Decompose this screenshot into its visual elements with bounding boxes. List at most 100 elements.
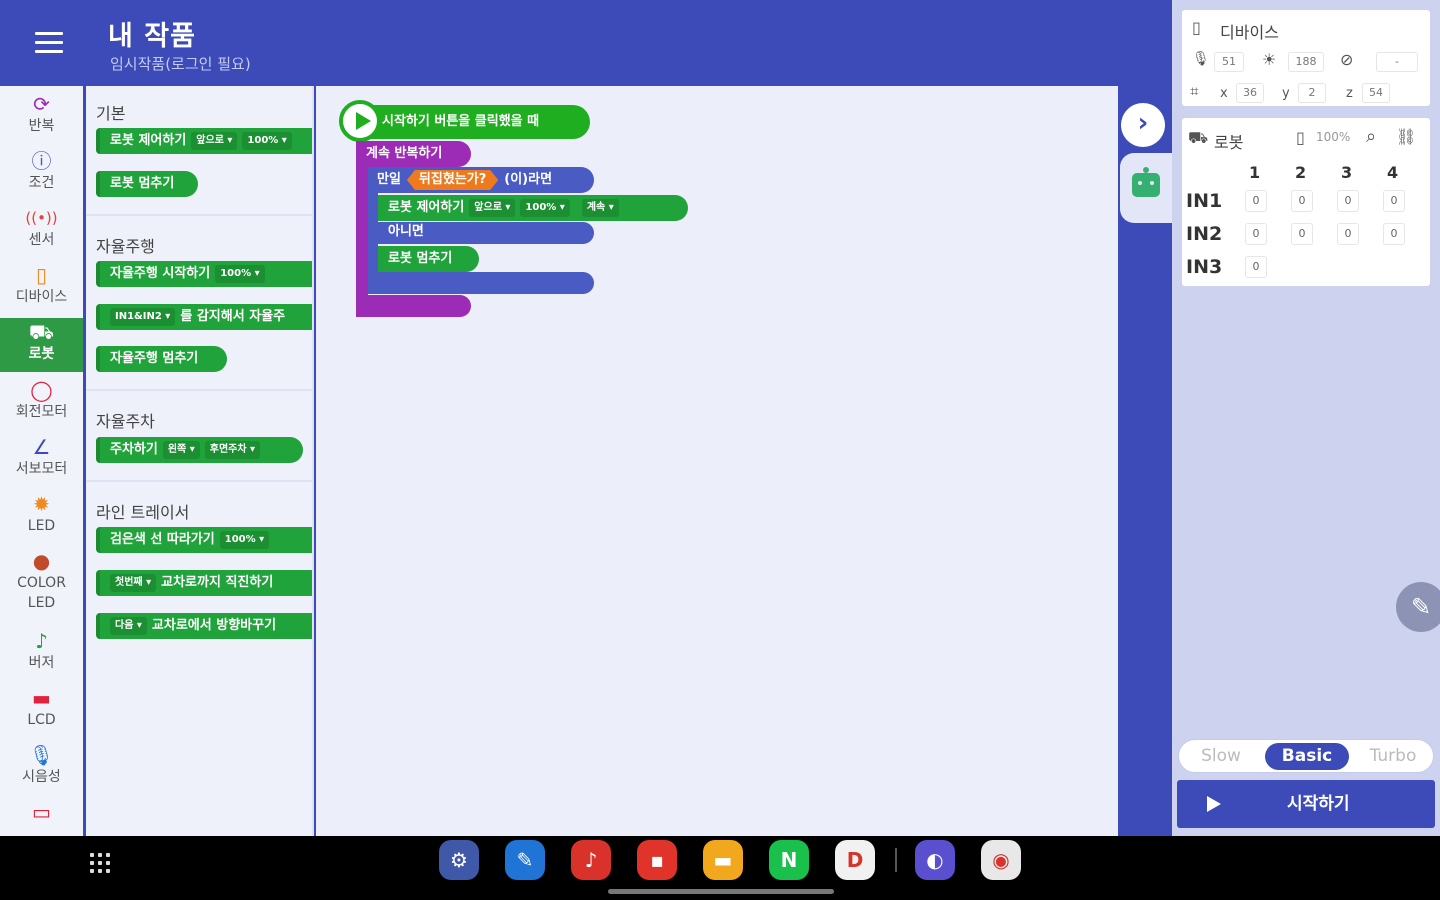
browser-app-icon[interactable]: ◐ <box>915 840 955 880</box>
category-device[interactable]: ▯ 디바이스 <box>0 263 83 317</box>
speed-option-slow[interactable]: Slow <box>1183 743 1259 770</box>
page-subtitle: 임시작품(로그인 필요) <box>110 55 251 73</box>
section-title-parking: 자율주차 <box>96 412 155 431</box>
accelerometer-icon: ⌗ <box>1190 82 1199 100</box>
device-title: 디바이스 <box>1220 23 1279 42</box>
category-sensor[interactable]: ((•)) 센서 <box>0 206 83 260</box>
category-label: COLOR LED <box>17 575 66 611</box>
block-autonomous-stop[interactable]: 자율주행 멈추기 <box>96 346 227 372</box>
notes-app-icon[interactable]: ▪ <box>637 840 677 880</box>
column-header: 1 <box>1249 163 1261 182</box>
category-color-led[interactable]: ● COLOR LED <box>0 549 83 625</box>
direction-dropdown[interactable]: 앞으로 <box>469 199 516 217</box>
category-rail: ⟳ 반복 ⓘ 조건 ((•)) 센서 ▯ 디바이스 ⛟ 로봇 ◯ 회전모터 ∠ … <box>0 86 83 836</box>
loop-body <box>356 167 368 295</box>
block-robot-stop[interactable]: 로봇 멈추기 <box>96 171 198 197</box>
block-autonomous-start[interactable]: 자율주행 시작하기 100% <box>96 261 312 287</box>
sensor-cell: 0 <box>1337 190 1359 212</box>
app-drawer-icon[interactable] <box>90 853 112 875</box>
sensor-cell: 0 <box>1291 223 1313 245</box>
naver-app-icon[interactable]: N <box>769 840 809 880</box>
category-rotation-motor[interactable]: ◯ 회전모터 <box>0 378 83 432</box>
category-condition[interactable]: ⓘ 조건 <box>0 149 83 203</box>
category-servo-motor[interactable]: ∠ 서보모터 <box>0 435 83 489</box>
speed-option-basic[interactable]: Basic <box>1265 743 1349 770</box>
block-label: 계속 반복하기 <box>366 146 443 161</box>
block-robot-stop[interactable]: 로봇 멈추기 <box>378 246 479 272</box>
category-label: LED <box>27 518 56 534</box>
link-off-icon[interactable]: ⛓ <box>1396 127 1416 146</box>
condition-flipped[interactable]: 뒤집혔는가? <box>407 170 498 190</box>
recorder-app-icon[interactable]: ♪ <box>571 840 611 880</box>
light-value: 188 <box>1288 52 1324 72</box>
block-forever-loop[interactable]: 계속 반복하기 <box>356 141 471 167</box>
pen-app-icon[interactable]: ✎ <box>505 840 545 880</box>
docs-app-icon[interactable]: D <box>835 840 875 880</box>
speed-dropdown[interactable]: 100% <box>242 132 292 150</box>
which-dropdown[interactable]: 첫번째 <box>110 574 157 592</box>
files-app-icon[interactable]: ▬ <box>703 840 743 880</box>
chevron-right-icon: › <box>1137 108 1149 138</box>
sensor-cell: 0 <box>1383 190 1405 212</box>
block-cross-straight[interactable]: 첫번째 교차로까지 직진하기 <box>96 570 312 596</box>
section-title-basic: 기본 <box>96 104 126 123</box>
if-end <box>368 272 594 294</box>
collapse-panel-button[interactable]: › <box>1121 103 1165 147</box>
sensor-cell: 0 <box>1245 223 1267 245</box>
which-dropdown[interactable]: 다음 <box>110 617 147 635</box>
play-icon[interactable] <box>339 100 381 142</box>
block-robot-control[interactable]: 로봇 제어하기 앞으로100% <box>96 128 312 154</box>
speed-dropdown[interactable]: 100% <box>219 531 270 549</box>
sensor-cell: 0 <box>1245 256 1267 278</box>
row-label: IN3 <box>1186 256 1223 278</box>
sensor-cell: 0 <box>1291 190 1313 212</box>
speed-dropdown[interactable]: 100% <box>215 265 265 283</box>
block-cross-turn[interactable]: 다음 교차로에서 방향바꾸기 <box>96 613 312 639</box>
side-dropdown[interactable]: 왼쪽 <box>162 441 200 459</box>
chrome-app-icon[interactable]: ◉ <box>981 840 1021 880</box>
app-header: 내 작품 임시작품(로그인 필요) <box>0 0 1170 86</box>
block-flyout: 기본 로봇 제어하기앞으로100% 로봇 멈추기 자율주행 자율주행 시작하기1… <box>86 86 314 836</box>
start-button[interactable]: 시작하기 <box>1177 780 1435 828</box>
hamburger-menu-icon[interactable] <box>35 32 63 54</box>
speed-option-turbo[interactable]: Turbo <box>1355 743 1431 770</box>
category-led[interactable]: ✹ LED <box>0 492 83 546</box>
robot-card: ⛟ 로봇 ▯ 100% ⌕ ⛓ 1 2 3 4 IN1 0 0 0 0 IN2 … <box>1182 118 1430 286</box>
category-buzzer[interactable]: ♪ 버저 <box>0 629 83 683</box>
direction-dropdown[interactable]: 앞으로 <box>191 132 238 150</box>
servo-icon: ∠ <box>32 435 51 459</box>
category-repeat[interactable]: ⟳ 반복 <box>0 92 83 146</box>
lcd-icon: ▬ <box>32 686 51 710</box>
duration-dropdown[interactable]: 계속 <box>581 199 619 217</box>
category-voice[interactable]: 🎙 시음성 <box>0 743 83 797</box>
if-label: 만일 <box>377 172 401 187</box>
parking-mode-dropdown[interactable]: 후면주차 <box>204 441 261 459</box>
category-robot[interactable]: ⛟ 로봇 <box>0 318 83 372</box>
block-label: 주차하기 <box>110 442 158 457</box>
section-title-line-tracer: 라인 트레이서 <box>96 503 190 522</box>
sensor-cell: 0 <box>1245 190 1267 212</box>
category-lcd[interactable]: ▬ LCD <box>0 686 83 740</box>
block-label: 교차로에서 방향바꾸기 <box>151 618 277 633</box>
device-icon: ▯ <box>35 263 47 287</box>
block-if-else[interactable]: 만일 뒤집혔는가? (이)라면 <box>368 167 594 193</box>
port-dropdown[interactable]: IN1&IN2 <box>110 308 176 326</box>
home-indicator[interactable] <box>608 889 834 894</box>
block-park[interactable]: 주차하기 왼쪽후면주차 <box>96 437 303 463</box>
taskbar-divider <box>895 848 897 872</box>
robot-panel-tab[interactable] <box>1120 153 1172 223</box>
block-label: 자율주행 시작하기 <box>110 266 211 281</box>
block-autonomous-sensor[interactable]: IN1&IN2 를 감지해서 자율주 <box>96 304 312 330</box>
search-icon[interactable]: ⌕ <box>1366 126 1376 147</box>
block-line-follow[interactable]: 검은색 선 따라가기 100% <box>96 527 312 553</box>
tilt-value: - <box>1376 52 1418 72</box>
settings-app-icon[interactable]: ⚙ <box>439 840 479 880</box>
block-robot-control[interactable]: 로봇 제어하기 앞으로100% 계속 <box>378 195 688 221</box>
accel-z-value: 54 <box>1362 83 1390 103</box>
category-label: 디바이스 <box>15 289 68 305</box>
speed-dropdown[interactable]: 100% <box>520 199 570 217</box>
category-camera[interactable]: ▭ <box>0 800 83 836</box>
section-divider <box>86 389 312 391</box>
edit-pencil-button[interactable]: ✎ <box>1396 582 1440 632</box>
accel-x-value: 36 <box>1236 83 1264 103</box>
